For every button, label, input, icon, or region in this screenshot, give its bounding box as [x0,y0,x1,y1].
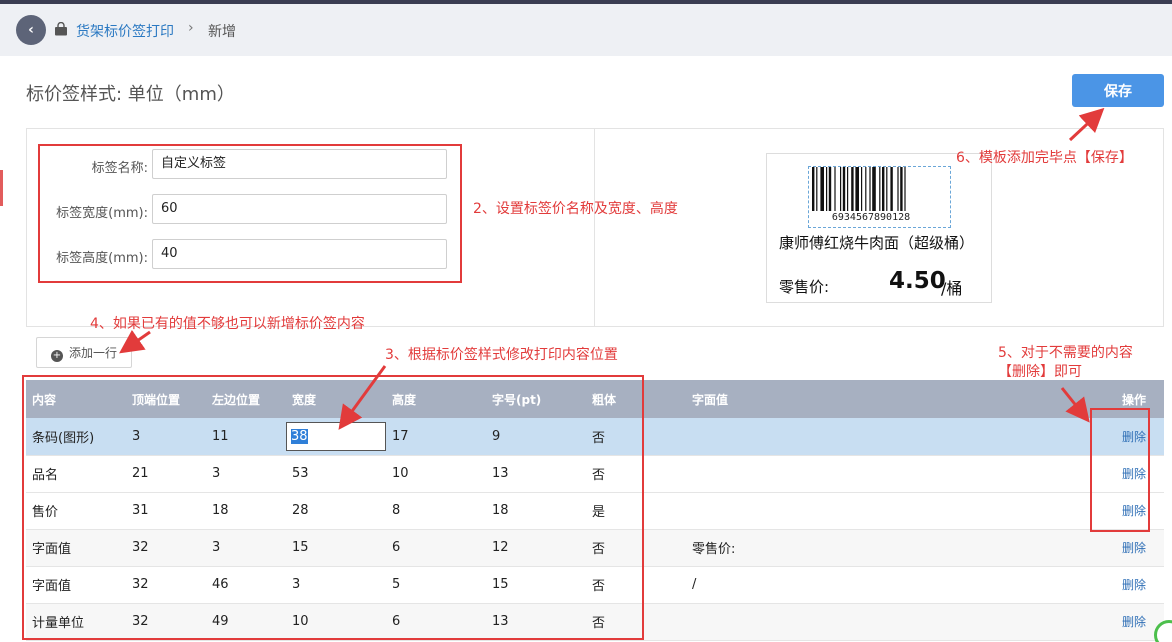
arrow-to-delete [1060,387,1090,423]
arrow-to-width-cell [338,365,387,430]
annotation-arrows [119,107,1105,430]
arrow-to-save [1068,107,1105,142]
arrow-to-add-row [119,329,151,354]
